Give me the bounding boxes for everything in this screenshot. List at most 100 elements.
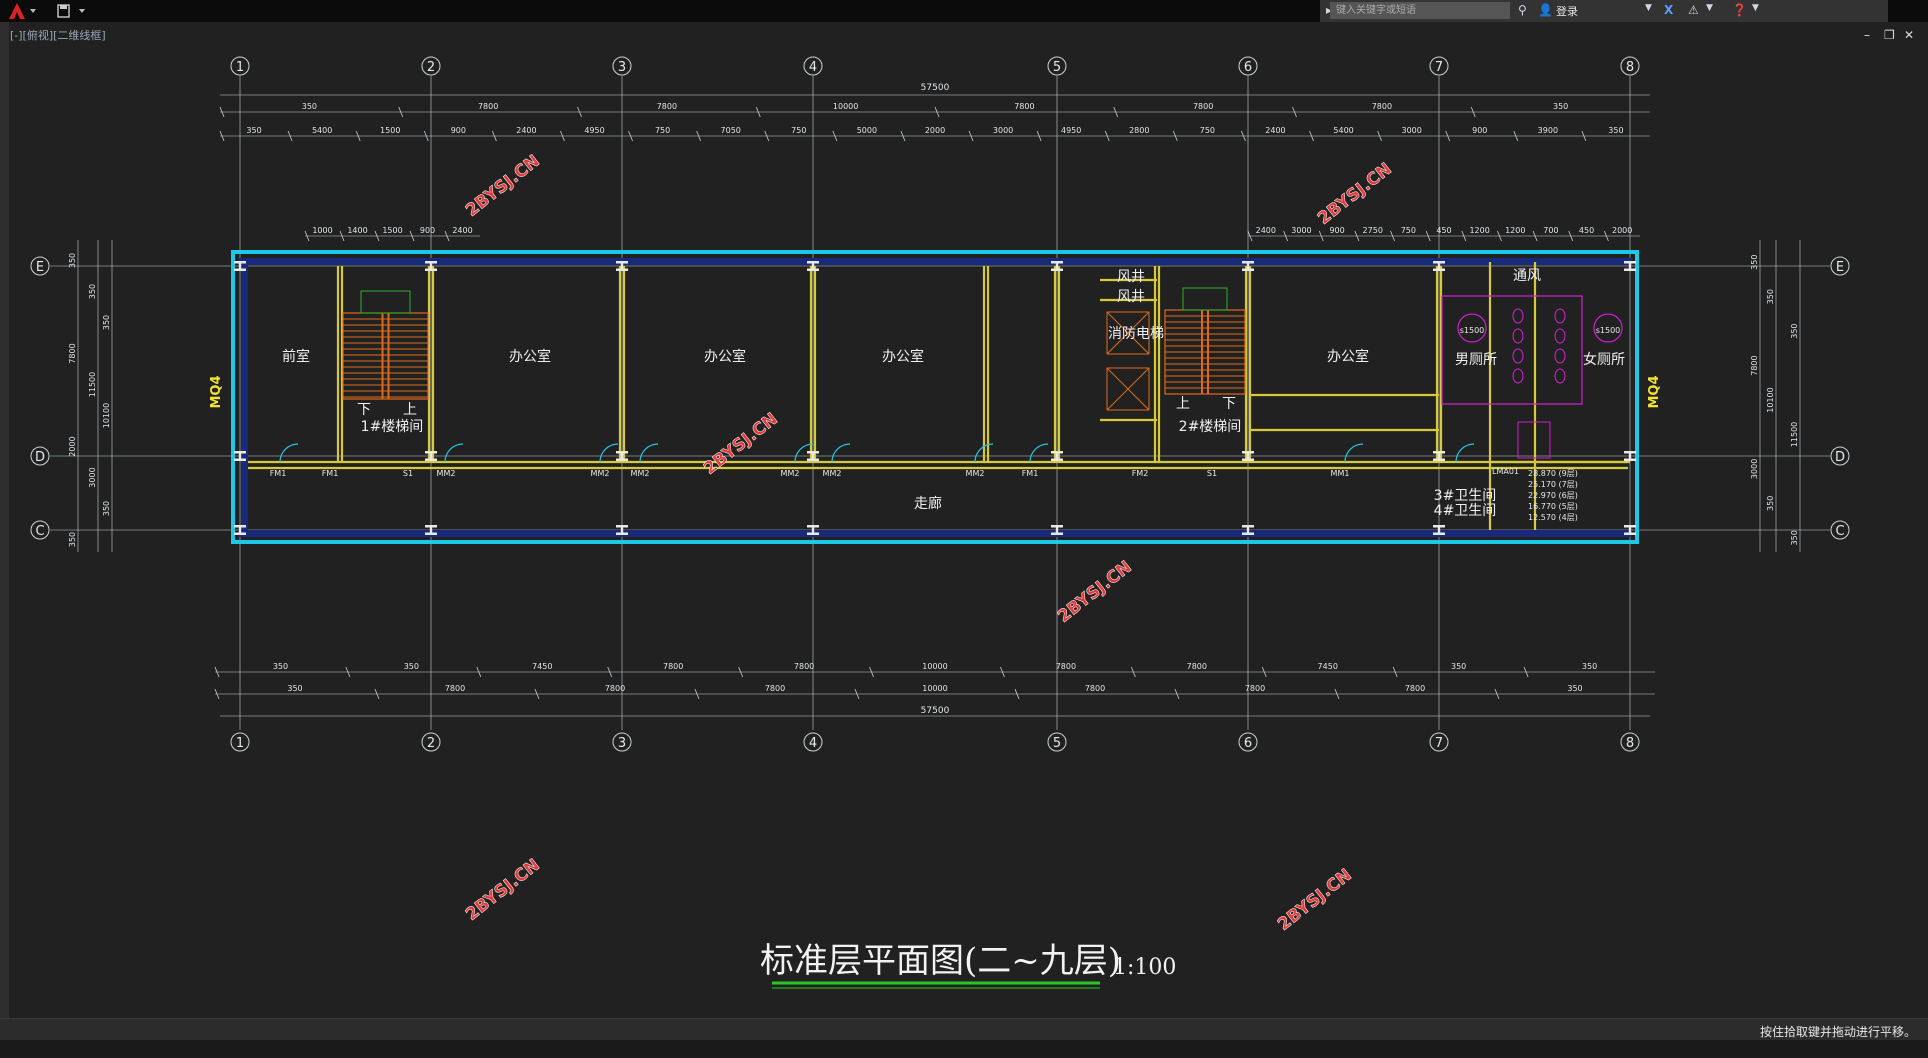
dimension-text-left: 11500 xyxy=(88,372,97,397)
dimension-text-bottom: 7800 xyxy=(1405,684,1425,693)
column-web xyxy=(238,452,242,460)
column-web xyxy=(620,526,624,534)
elevation-label: 12.570 (4层) xyxy=(1528,513,1578,522)
dimension-text-top: 5400 xyxy=(312,126,332,135)
dimension-text-bottom: 350 xyxy=(287,684,302,693)
grid-bubble-label: 6 xyxy=(1244,60,1252,75)
dimension-text-local: 1200 xyxy=(1469,226,1489,235)
door-swing xyxy=(639,443,659,463)
wall-tag-right: MQ4 xyxy=(1647,375,1662,408)
door-tag: MM2 xyxy=(781,469,800,478)
column-web xyxy=(1246,452,1250,460)
grid-bubble-label: 1 xyxy=(236,736,244,751)
room-label-office: 办公室 xyxy=(1327,348,1369,365)
dimension-text-right: 350 xyxy=(1790,530,1799,545)
quick-access-toolbar[interactable] xyxy=(54,2,94,20)
room-label-wind-shaft: 风井 xyxy=(1117,289,1145,305)
grid-bubble-label: 6 xyxy=(1244,736,1252,751)
room-label-front-room: 前室 xyxy=(282,348,310,365)
column-web xyxy=(1055,452,1059,460)
application-menu-button[interactable] xyxy=(6,1,38,21)
dimension-text-local: 900 xyxy=(1329,226,1344,235)
dimension-text-local: 900 xyxy=(420,226,435,235)
dimension-text-top: 350 xyxy=(1553,102,1568,111)
fixture-label: s1500 xyxy=(1460,326,1485,335)
dimension-text-left: 3000 xyxy=(88,467,97,487)
dimension-text-bottom: 7800 xyxy=(445,684,465,693)
help-icon[interactable]: ❓ xyxy=(1732,3,1747,17)
dimension-text-local: 1500 xyxy=(382,226,402,235)
grid-bubble-label: 5 xyxy=(1053,736,1061,751)
dimension-text-top: 2400 xyxy=(516,126,536,135)
toilet-fixture xyxy=(1554,368,1566,384)
column-web xyxy=(1437,526,1441,534)
room-label-office: 办公室 xyxy=(704,348,746,365)
dimension-text-bottom: 7450 xyxy=(532,662,552,671)
dimension-text-top: 750 xyxy=(791,126,806,135)
door-tag: MM2 xyxy=(966,469,985,478)
door-tag: FM1 xyxy=(1022,469,1039,478)
column-web xyxy=(1055,526,1059,534)
chevron-down-icon[interactable]: ▼ xyxy=(1752,3,1759,13)
column-web xyxy=(1437,452,1441,460)
dimension-text-bottom: 10000 xyxy=(922,684,947,693)
dimension-text-local: 2750 xyxy=(1363,226,1383,235)
column-web xyxy=(1437,262,1441,270)
dimension-text-top: 7800 xyxy=(657,102,677,111)
door-swing xyxy=(831,443,851,463)
grid-bubble-label: D xyxy=(35,450,45,465)
grid-bubble-label: E xyxy=(1836,260,1844,275)
dimension-text-bottom: 7800 xyxy=(1245,684,1265,693)
elevation-label: 22.970 (6层) xyxy=(1528,491,1578,500)
watermark: 2BYSJ.CN xyxy=(1274,865,1356,935)
dimension-overall-bottom: 57500 xyxy=(921,706,950,716)
dimension-text-local: 2400 xyxy=(1256,226,1276,235)
chevron-down-icon[interactable]: ▼ xyxy=(1645,3,1652,13)
dimension-text-bottom: 350 xyxy=(404,662,419,671)
dimension-text-local: 700 xyxy=(1543,226,1558,235)
drawing-canvas[interactable]: 1 1 2 2 3 3 4 4 5 5 6 6 7 7 8 8 E E D D C C 57500 350 7800 7800 1… xyxy=(9,22,1928,1018)
login-button[interactable]: 登录 xyxy=(1556,3,1578,19)
dimension-text-bottom: 350 xyxy=(1567,684,1582,693)
a360-icon[interactable]: ⚠ xyxy=(1688,3,1699,17)
column-web xyxy=(238,526,242,534)
exchange-icon[interactable]: X xyxy=(1664,3,1673,17)
toilet-fixture xyxy=(1512,328,1524,344)
elevation-label: 25.170 (7层) xyxy=(1528,480,1578,489)
column-web xyxy=(1628,526,1632,534)
dimension-text-bottom: 7450 xyxy=(1318,662,1338,671)
dimension-text-bottom: 7800 xyxy=(663,662,683,671)
dimension-text-top: 3900 xyxy=(1538,126,1558,135)
dimension-text-left: 350 xyxy=(102,501,111,516)
dimension-text-top: 5000 xyxy=(857,126,877,135)
room-label-corridor: 走廊 xyxy=(914,495,942,512)
grid-bubble-label: 4 xyxy=(809,60,817,75)
dimension-text-local: 450 xyxy=(1436,226,1451,235)
dimension-text-local: 1000 xyxy=(312,226,332,235)
column-web xyxy=(238,262,242,270)
grid-bubble-label: 4 xyxy=(809,736,817,751)
grid-bubble-label: 8 xyxy=(1626,60,1634,75)
wall-band-left xyxy=(241,262,248,534)
dimension-text-left: 10100 xyxy=(102,403,111,428)
dimension-text-top: 350 xyxy=(1608,126,1623,135)
door-tag: MM2 xyxy=(591,469,610,478)
search-input[interactable]: 键入关键字或短语 xyxy=(1330,2,1510,19)
user-icon[interactable]: 👤 xyxy=(1538,3,1553,17)
dimension-text-bottom: 7800 xyxy=(765,684,785,693)
dimension-text-top: 7800 xyxy=(1372,102,1392,111)
toilet-fixture xyxy=(1512,368,1524,384)
column-web xyxy=(620,452,624,460)
room-label-office: 办公室 xyxy=(509,348,551,365)
door-tag: MM2 xyxy=(437,469,456,478)
room-label-ventilation: 通风 xyxy=(1513,268,1541,284)
toilet-fixture-zone xyxy=(1441,295,1583,405)
chevron-down-icon[interactable]: ▼ xyxy=(1706,3,1713,13)
dimension-text-left: 7800 xyxy=(68,343,77,363)
stair-landing xyxy=(360,290,411,314)
dimension-text-bottom: 7800 xyxy=(1056,662,1076,671)
dimension-text-top: 4950 xyxy=(1061,126,1081,135)
grid-bubble-label: 2 xyxy=(427,736,435,751)
column-web xyxy=(811,452,815,460)
binoculars-icon[interactable]: ⚲ xyxy=(1518,3,1527,17)
